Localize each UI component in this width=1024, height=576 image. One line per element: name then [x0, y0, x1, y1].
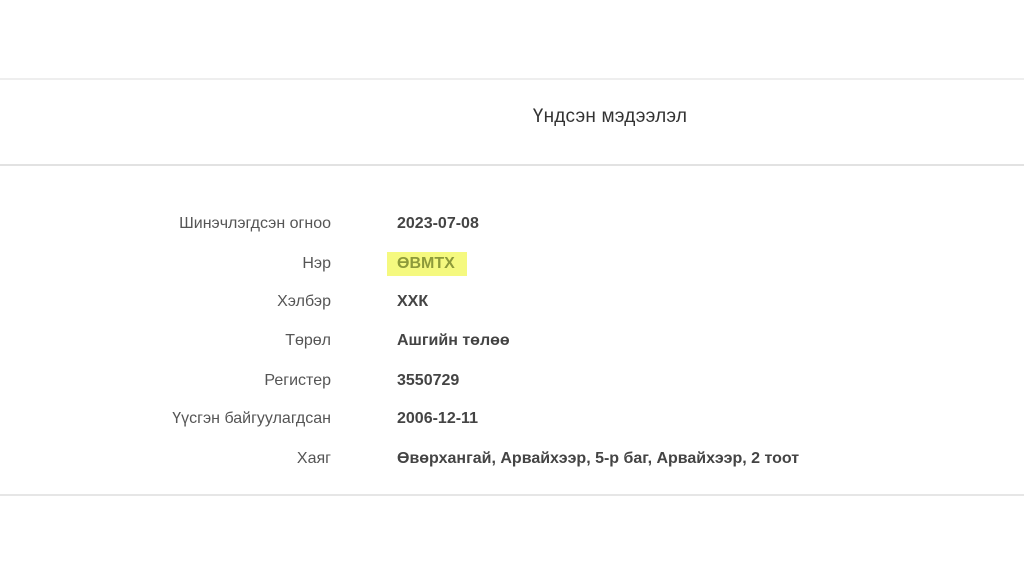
info-label: Шинэчлэгдсэн огноо [179, 215, 331, 232]
info-value: Өвөрхангай, Арвайхээр, 5-р баг, Арвайхээ… [397, 450, 800, 467]
info-value: 2023-07-08 [397, 215, 479, 232]
card-title: Үндсэн мэдээлэл [532, 106, 688, 127]
info-label: Төрөл [285, 332, 331, 349]
info-value: Ашгийн төлөө [397, 332, 510, 349]
info-label: Нэр [302, 255, 331, 272]
info-label: Хэлбэр [277, 293, 331, 310]
info-value: ХХК [397, 293, 429, 310]
info-row-form: Хэлбэр ХХК [0, 290, 1024, 314]
info-row-updated-date: Шинэчлэгдсэн огноо 2023-07-08 [0, 212, 1024, 236]
info-label: Үүсгэн байгуулагдсан [172, 410, 331, 427]
info-label: Хаяг [296, 450, 331, 467]
info-value: 2006-12-11 [397, 410, 478, 427]
info-row-address: Хаяг Өвөрхангай, Арвайхээр, 5-р баг, Арв… [0, 447, 1024, 471]
info-value: 3550729 [397, 372, 460, 389]
info-row-founded: Үүсгэн байгуулагдсан 2006-12-11 [0, 407, 1024, 431]
info-row-type: Төрөл Ашгийн төлөө [0, 329, 1024, 353]
info-card: Үндсэн мэдээлэл Шинэчлэгдсэн огноо 2023-… [0, 78, 1024, 496]
highlighted-name: ӨВМТХ [387, 252, 467, 276]
info-label: Регистер [264, 372, 331, 389]
card-header: Үндсэн мэдээлэл [0, 80, 1024, 166]
info-row-name: Нэр ӨВМТХ [0, 252, 1024, 276]
info-value: ӨВМТХ [387, 252, 467, 276]
info-row-register: Регистер 3550729 [0, 369, 1024, 393]
